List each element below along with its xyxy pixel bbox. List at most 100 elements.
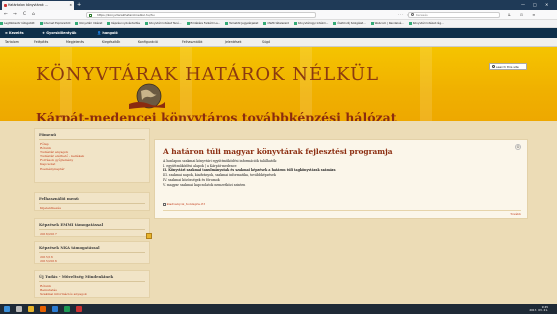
admin-item-config[interactable]: Konfiguráció: [138, 38, 158, 47]
excel-icon[interactable]: [64, 306, 70, 312]
article-body: A honlapon szakmai könyvtári együttműköd…: [163, 159, 503, 187]
tab-title: Határtalan könyvtárak ...: [8, 3, 48, 7]
site-title[interactable]: KÖNYVTÁRAK HATÁROK NÉLKÜL: [36, 64, 379, 85]
admin-menu-tray: Tartalom Felépítés Megjelenés Kiegészítő…: [0, 38, 557, 47]
bookmark-item[interactable]: Könyvtári Intézet rég...: [408, 20, 444, 27]
forward-button[interactable]: →: [13, 10, 17, 20]
admin-item-content[interactable]: Tartalom: [5, 38, 19, 47]
admin-item-structure[interactable]: Felépítés: [34, 38, 48, 47]
search-icon[interactable]: [16, 306, 22, 312]
bookmark-item[interactable]: Könyvtári Intézet: [75, 20, 103, 27]
bookmark-icon: [144, 21, 148, 25]
close-tab-icon[interactable]: ×: [69, 1, 72, 10]
sidebar-block-nka: Képzések NKA támogatással 2015/16 2015/2…: [34, 241, 150, 264]
menu-link[interactable]: Kijelentkezés: [40, 206, 144, 210]
block-title: Képzések EMMI támogatással: [39, 222, 104, 227]
bookmark-item[interactable]: Ösztöndíj Szolgálat...: [333, 20, 366, 27]
admin-item-people[interactable]: Felhasználók: [182, 38, 202, 47]
bookmark-label: Könyvtárügyi Intézm...: [298, 21, 329, 25]
bookmark-icon: [186, 21, 190, 25]
read-more-link[interactable]: Tovább: [510, 212, 521, 216]
block-title: Felhasználói menü: [39, 196, 79, 201]
file-icon: [163, 202, 166, 206]
divider: [163, 210, 521, 211]
bookmark-item[interactable]: Internet Explorerből: [39, 20, 71, 27]
clock[interactable]: 9:45 2017. 03. 21.: [529, 305, 548, 313]
bookmark-item[interactable]: Könyvtárügyi Intézm...: [294, 20, 329, 27]
shortcuts-button[interactable]: ★ Gyorsbillentyűk: [42, 28, 76, 38]
bookmark-icon: [263, 21, 267, 25]
bookmark-icon: [39, 21, 43, 25]
scroll-to-top-button[interactable]: [146, 233, 152, 239]
block-title: Képzések NKA támogatással: [39, 245, 100, 250]
bookmark-icon: [333, 21, 337, 25]
menu-link[interactable]: Eseménynaptár: [40, 167, 144, 171]
bookmark-icon: [75, 21, 79, 25]
bookmark-label: Internet Explorerből: [43, 21, 71, 25]
home-button[interactable]: ⌂: [32, 10, 35, 20]
new-tab-button[interactable]: +: [77, 1, 81, 9]
user-button[interactable]: 👤 hangoló: [97, 28, 118, 38]
bookmark-label: Képzési nyilvántartás: [111, 21, 140, 25]
bookmark-icon: [370, 21, 374, 25]
maximize-button[interactable]: □: [533, 0, 537, 10]
menu-link[interactable]: Szakmai információs anyagok: [40, 292, 144, 296]
search-icon: [491, 65, 495, 69]
reload-button[interactable]: C: [23, 10, 26, 20]
folder-icon[interactable]: [28, 306, 34, 312]
bookmark-label: Webcom | Rendelvé...: [374, 21, 404, 25]
word-icon[interactable]: [52, 306, 58, 312]
bookmark-item[interactable]: Legtöbbször látogatott: [0, 20, 35, 27]
main-article: ⚙ A határon túli magyar könyvtárak fejle…: [154, 139, 528, 219]
bookmark-label: OSZK tételszerű: [267, 21, 290, 25]
admin-menu-button[interactable]: ≡ Kezelés: [5, 28, 24, 38]
bookmark-label: Könyvtári Intézet: [79, 21, 103, 25]
start-icon[interactable]: [4, 306, 10, 312]
url-bar[interactable]: https://konyvtarakhataroknelkul.hu/hu: [86, 11, 316, 19]
attachment-name: kiadvanyok_honlapra.rtf: [166, 202, 205, 206]
clock-date: 2017. 03. 21.: [529, 307, 548, 312]
gear-icon[interactable]: ⚙: [515, 144, 521, 150]
bookmark-item[interactable]: Emlékére Felkérő La...: [186, 20, 221, 27]
close-window-button[interactable]: ✕: [545, 0, 548, 10]
os-taskbar: 9:45 2017. 03. 21.: [0, 304, 557, 314]
site-search-button[interactable]: search this site: [489, 63, 527, 70]
toolbar-icons[interactable]: ⇊ ⊡ ≡: [508, 10, 539, 20]
site-slogan: Kárpát-medencei könyvtáros továbbképzési…: [36, 110, 397, 121]
bookmark-item[interactable]: OSZK tételszerű: [263, 20, 290, 27]
bookmark-icon: [294, 21, 298, 25]
attachment-link[interactable]: kiadvanyok_honlapra.rtf: [163, 202, 205, 206]
browser-nav-bar: ← → C ⌂ https://konyvtarakhataroknelkul.…: [0, 10, 557, 20]
menu-link[interactable]: 2015/2016: [40, 259, 144, 263]
bookmark-item[interactable]: Könyvtári Intézet Tanú...: [144, 20, 182, 27]
bookmark-item[interactable]: Képzési nyilvántartás: [107, 20, 140, 27]
admin-item-help[interactable]: Súgó: [262, 38, 270, 47]
article-line: V. magyar szakmai kapcsolatok nemzetközi…: [163, 182, 246, 187]
block-title: Főmenü: [39, 132, 56, 137]
bookmark-label: Könyvtári Intézet Tanú...: [148, 21, 182, 25]
sidebar-block-emmi: Képzések EMMI támogatással 2016/2017: [34, 218, 150, 237]
admin-item-reports[interactable]: Jelentések: [225, 38, 241, 47]
bookmark-item[interactable]: Temetők Jegyzékjeket: [225, 20, 259, 27]
browser-search-input[interactable]: Keresés: [408, 11, 500, 19]
block-title: Új Tudás - Műveltség Mindenkinek: [39, 274, 114, 279]
bookmark-item[interactable]: Webcom | Rendelvé...: [370, 20, 404, 27]
article-title[interactable]: A határon túli magyar könyvtárak fejlesz…: [163, 147, 393, 156]
bookmark-label: Emlékére Felkérő La...: [190, 21, 221, 25]
bookmark-label: Legtöbbször látogatott: [4, 21, 35, 25]
bookmark-icon: [107, 21, 111, 25]
browser-tab[interactable]: Határtalan könyvtárak ... ×: [2, 1, 74, 10]
admin-item-extend[interactable]: Kiegészítők: [102, 38, 120, 47]
browser-tab-bar: Határtalan könyvtárak ... × + — □ ✕: [0, 0, 557, 10]
minimize-button[interactable]: —: [521, 0, 525, 10]
menu-link[interactable]: 2016/2017: [40, 232, 144, 236]
app-icon[interactable]: [76, 306, 82, 312]
sidebar-block-main-menu: Főmenü Főlap Rólunk Tudástár anyagok Tud…: [34, 128, 150, 183]
browser-search-placeholder: Keresés: [416, 12, 428, 17]
bookmark-label: Temetők Jegyzékjeket: [229, 21, 259, 25]
sidebar-block-uj-tudas: Új Tudás - Műveltség Mindenkinek Rólunk …: [34, 270, 150, 298]
firefox-icon[interactable]: [40, 306, 46, 312]
favicon-icon: [3, 4, 7, 7]
admin-item-appearance[interactable]: Megjelenés: [66, 38, 84, 47]
back-button[interactable]: ←: [4, 10, 8, 20]
